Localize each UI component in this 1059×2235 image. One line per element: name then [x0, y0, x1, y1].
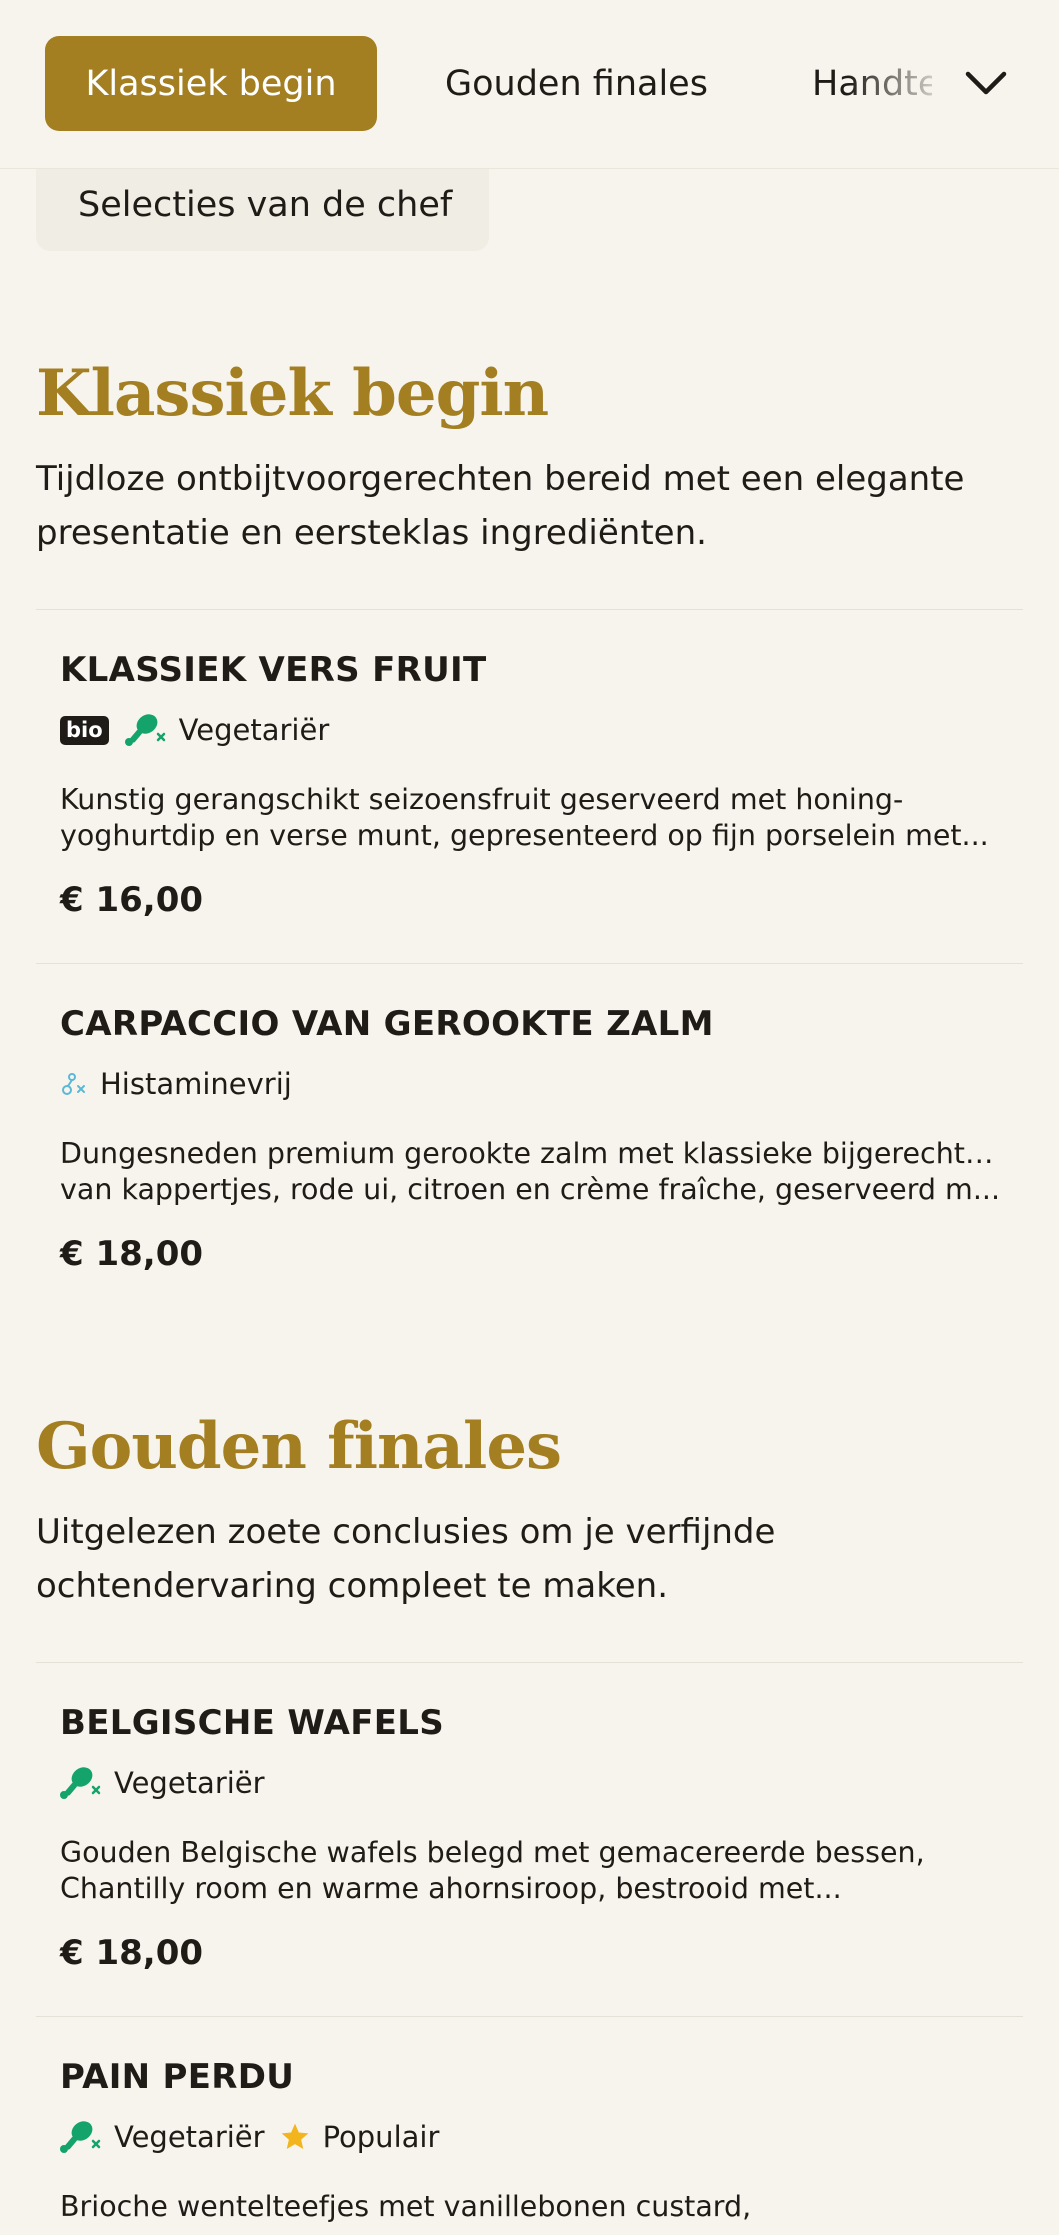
vegetarian-drumstick-icon [124, 714, 165, 746]
divider [36, 1662, 1023, 1663]
menu-item-tags: Histaminevrij [60, 1064, 306, 1104]
description-line: Brioche wentelteefjes met vanillebonen c… [60, 2190, 752, 2223]
menu-item-price: € 18,00 [60, 1234, 204, 1274]
tag-label: Vegetariër [114, 2120, 265, 2154]
section-description: Tijdloze ontbijtvoorgerechten bereid met… [36, 452, 996, 560]
divider [36, 963, 1023, 964]
tag-vegetarian: Vegetariër [60, 1765, 265, 1801]
section-title-klassiek-begin: Klassiek begin [36, 356, 549, 431]
vegetarian-drumstick-icon [60, 1767, 101, 1799]
description-line: Chantilly room en warme ahornsiroop, bes… [60, 1872, 842, 1905]
description-line: Gouden Belgische wafels belegd met gemac… [60, 1836, 925, 1869]
menu-item-tags: Vegetariër Populair [60, 2117, 453, 2157]
tag-vegetarian: Vegetariër [60, 2119, 265, 2155]
chevron-down-icon[interactable] [962, 60, 1010, 108]
description-line: presentatie en eersteklas ingrediënten. [36, 513, 707, 553]
menu-item-price: € 16,00 [60, 880, 204, 920]
menu-item-description: Dungesneden premium gerookte zalm met kl… [60, 1136, 1000, 1208]
tab-klassiek-begin[interactable]: Klassiek begin [45, 36, 377, 131]
menu-item-price: € 18,00 [60, 1933, 204, 1973]
description-line: yoghurtdip en verse munt, gepresenteerd … [60, 819, 989, 852]
tab-handtekening[interactable]: Handtekening [812, 36, 932, 131]
category-nav: Klassiek begin Gouden finales Handtekeni… [0, 0, 1059, 169]
menu-item-name[interactable]: KLASSIEK VERS FRUIT [60, 650, 486, 690]
tag-label: Populair [322, 2120, 440, 2154]
menu-item-tags: bio Vegetariër [60, 710, 343, 750]
tag-histamine-free: Histaminevrij [60, 1067, 292, 1101]
divider [36, 609, 1023, 610]
menu-item-description: Kunstig gerangschikt seizoensfruit geser… [60, 782, 1000, 854]
description-line: van kappertjes, rode ui, citroen en crèm… [60, 1173, 1000, 1206]
description-line: Kunstig gerangschikt seizoensfruit geser… [60, 783, 904, 816]
tag-label: Vegetariër [178, 713, 330, 747]
star-icon [281, 2123, 308, 2149]
tab-chef-selections[interactable]: Selecties van de chef [36, 158, 489, 251]
menu-item-description: Brioche wentelteefjes met vanillebonen c… [60, 2189, 1000, 2225]
tag-vegetarian: Vegetariër [124, 712, 330, 748]
section-description: Uitgelezen zoete conclusies om je verfij… [36, 1505, 996, 1613]
description-line: ochtendervaring compleet te maken. [36, 1566, 669, 1606]
tag-popular: Populair [279, 2120, 440, 2154]
tag-label: Vegetariër [114, 1766, 265, 1800]
bio-badge: bio [60, 715, 109, 745]
divider [36, 2016, 1023, 2017]
histamine-free-icon [62, 1073, 85, 1095]
menu-item-name[interactable]: PAIN PERDU [60, 2057, 294, 2097]
description-line: Tijdloze ontbijtvoorgerechten bereid met… [36, 459, 965, 499]
menu-item-description: Gouden Belgische wafels belegd met gemac… [60, 1835, 1000, 1907]
tab-gouden-finales[interactable]: Gouden finales [445, 36, 708, 131]
section-title-gouden-finales: Gouden finales [36, 1409, 562, 1484]
menu-item-tags: Vegetariër [60, 1763, 279, 1803]
tag-label: Histaminevrij [100, 1067, 292, 1101]
description-line: Uitgelezen zoete conclusies om je verfij… [36, 1512, 776, 1552]
menu-item-name[interactable]: BELGISCHE WAFELS [60, 1703, 444, 1743]
menu-item-name[interactable]: CARPACCIO VAN GEROOKTE ZALM [60, 1004, 714, 1044]
vegetarian-drumstick-icon [60, 2121, 101, 2153]
description-line: Dungesneden premium gerookte zalm met kl… [60, 1137, 1000, 1170]
